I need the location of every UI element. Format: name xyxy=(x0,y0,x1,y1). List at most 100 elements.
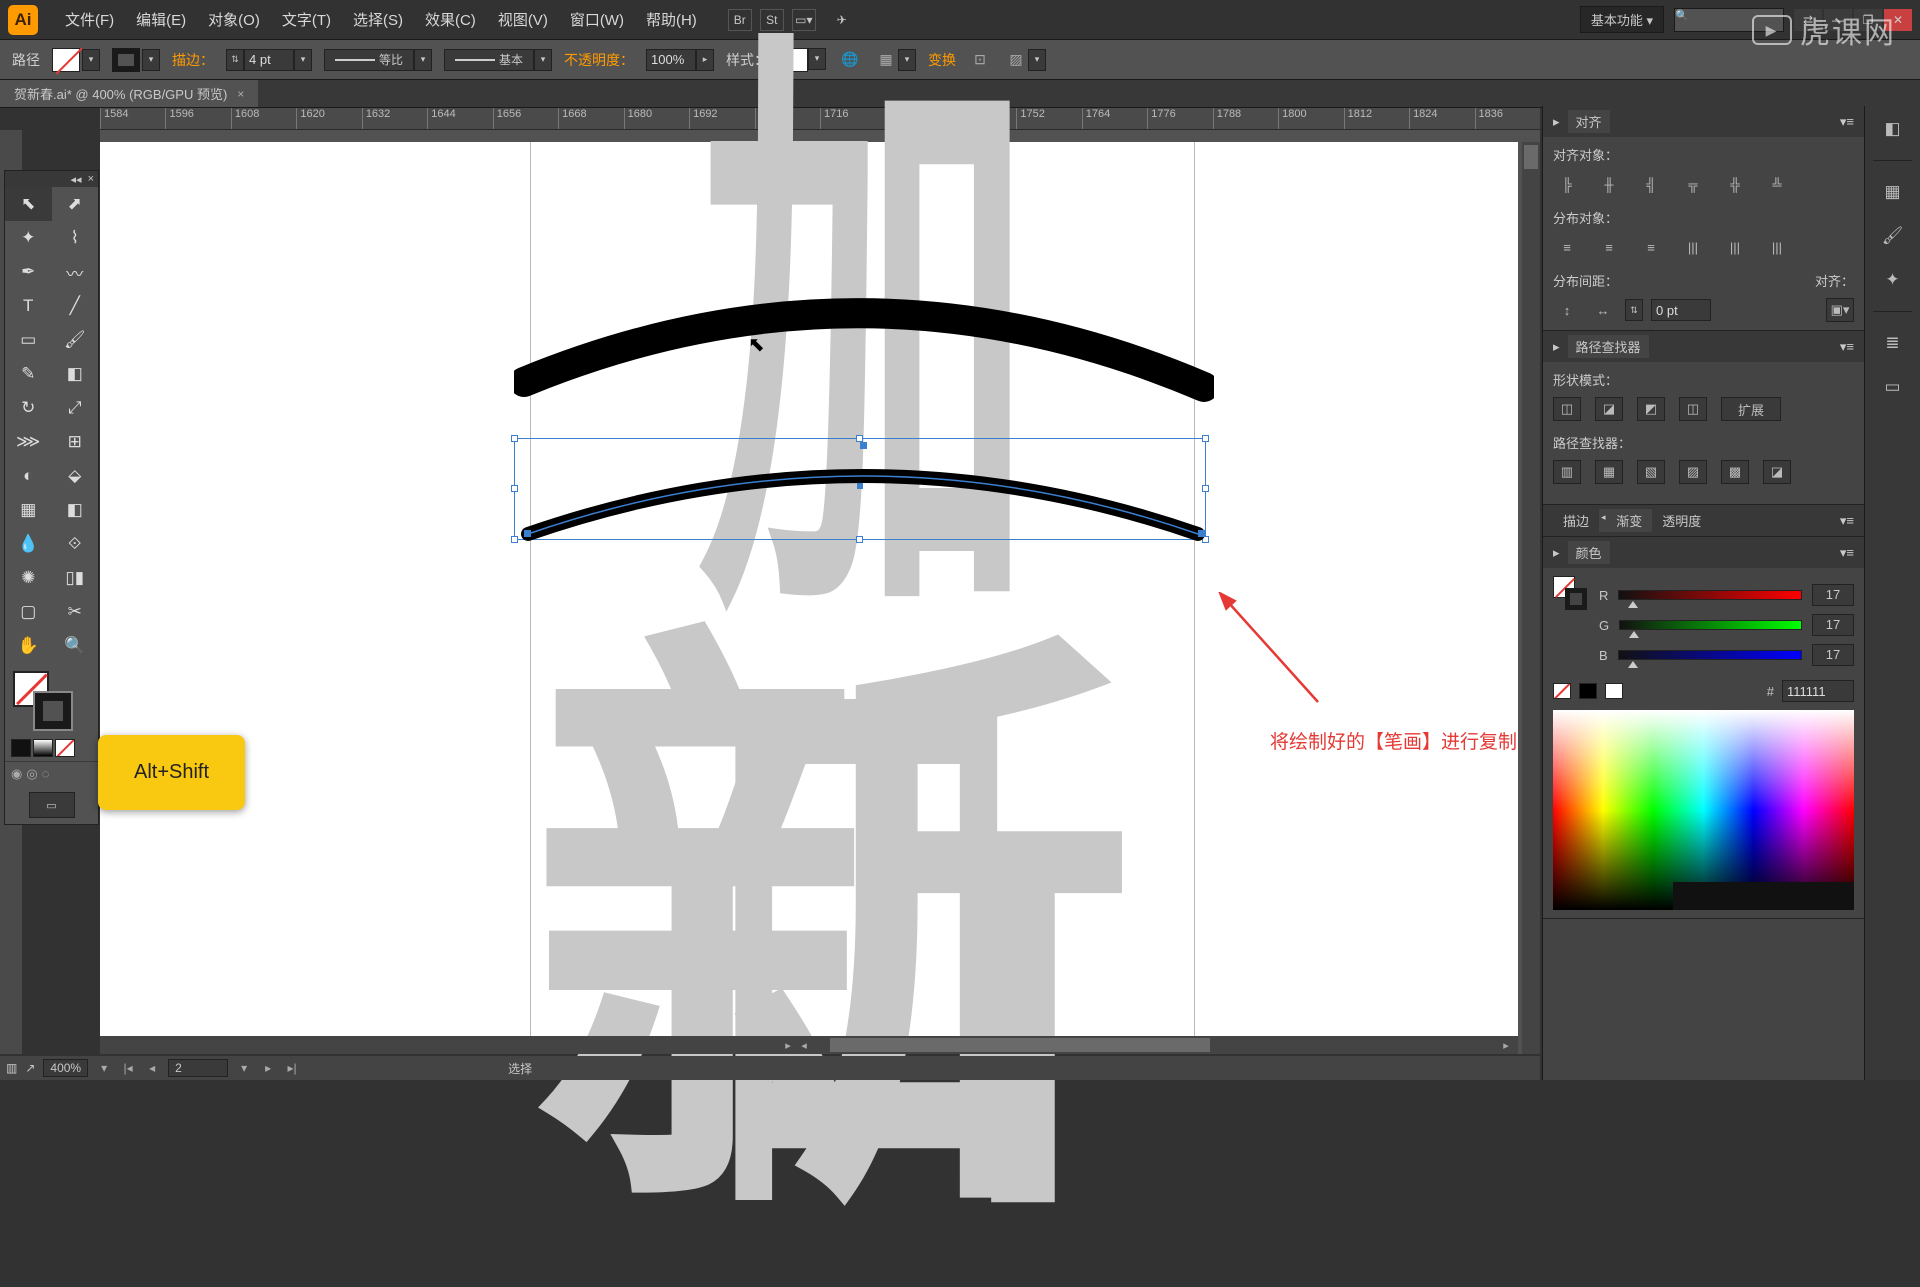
brush-stroke-top[interactable] xyxy=(514,272,1214,402)
anchor-point[interactable] xyxy=(1198,530,1205,537)
spacing-stepper[interactable]: ⇅ xyxy=(1625,299,1643,321)
brush-stroke-selected[interactable] xyxy=(518,436,1208,546)
opacity-label[interactable]: 不透明度： xyxy=(564,50,634,70)
color-mode-button[interactable] xyxy=(11,739,31,757)
zoom-field[interactable]: 400% xyxy=(43,1059,88,1077)
chevron-icon[interactable]: ▸ xyxy=(1553,339,1560,355)
stroke-dropdown[interactable]: ▾ xyxy=(142,49,160,71)
rotate-tool[interactable]: ↻ xyxy=(5,391,52,425)
direct-selection-tool[interactable]: ⬈ xyxy=(52,187,99,221)
opacity-field[interactable] xyxy=(646,49,696,71)
minus-back-icon[interactable]: ◪ xyxy=(1763,460,1791,484)
pencil-tool[interactable]: ✎ xyxy=(5,357,52,391)
none-mode-button[interactable] xyxy=(55,739,75,757)
scale-tool[interactable]: ⤢ xyxy=(52,391,99,425)
hex-field[interactable] xyxy=(1782,680,1854,702)
stroke-tab[interactable]: 描边 xyxy=(1553,509,1599,532)
align-right-icon[interactable]: ╣ xyxy=(1637,172,1665,196)
profile-preview[interactable]: 等比 xyxy=(324,49,414,71)
stroke-weight-field[interactable] xyxy=(244,49,294,71)
blend-tool[interactable]: ⟐ xyxy=(52,527,99,561)
chevron-icon[interactable]: ▸ xyxy=(1553,545,1560,561)
gradient-tab[interactable]: ◂ 渐变 xyxy=(1599,509,1652,532)
dist-vcenter-icon[interactable]: ≡ xyxy=(1595,235,1623,259)
scroll-play-icon[interactable]: ▸ xyxy=(780,1039,796,1052)
stroke-swatch[interactable] xyxy=(112,48,140,72)
merge-icon[interactable]: ▧ xyxy=(1637,460,1665,484)
expand-button[interactable]: 扩展 xyxy=(1721,397,1781,421)
trim-icon[interactable]: ▦ xyxy=(1595,460,1623,484)
workspace-switcher[interactable]: 基本功能 ▾ xyxy=(1580,6,1664,33)
first-artboard-button[interactable]: |◂ xyxy=(120,1061,136,1075)
unite-icon[interactable]: ◫ xyxy=(1553,397,1581,421)
transparency-tab[interactable]: 透明度 xyxy=(1652,509,1711,532)
paintbrush-tool[interactable]: 🖌 xyxy=(52,323,99,357)
menu-select[interactable]: 选择(S) xyxy=(342,9,414,30)
symbols-icon[interactable]: ✦ xyxy=(1878,267,1908,293)
intersect-icon[interactable]: ◩ xyxy=(1637,397,1665,421)
divide-icon[interactable]: ▥ xyxy=(1553,460,1581,484)
menu-object[interactable]: 对象(O) xyxy=(197,9,271,30)
menu-edit[interactable]: 编辑(E) xyxy=(125,9,197,30)
menu-view[interactable]: 视图(V) xyxy=(487,9,559,30)
artboard-dropdown[interactable]: ▾ xyxy=(236,1061,252,1075)
panel-menu-icon[interactable]: ▾≡ xyxy=(1840,513,1854,529)
hand-tool[interactable]: ✋ xyxy=(5,629,52,663)
lasso-tool[interactable]: ⌇ xyxy=(52,221,99,255)
outline-icon[interactable]: ▩ xyxy=(1721,460,1749,484)
stroke-label[interactable]: 描边： xyxy=(172,50,214,70)
mesh-tool[interactable]: ▦ xyxy=(5,493,52,527)
panel-menu-icon[interactable]: ▾≡ xyxy=(1840,339,1854,355)
stroke-indicator[interactable] xyxy=(35,693,71,729)
gradient-mode-button[interactable] xyxy=(33,739,53,757)
zoom-dropdown[interactable]: ▾ xyxy=(96,1061,112,1075)
color-guide-icon[interactable]: ◧ xyxy=(1878,116,1908,142)
swatches-icon[interactable]: ▦ xyxy=(1878,179,1908,205)
status-menu-icon[interactable]: ▥ xyxy=(6,1061,17,1075)
align-vcenter-icon[interactable]: ╬ xyxy=(1721,172,1749,196)
chevron-icon[interactable]: ▸ xyxy=(1553,114,1560,130)
artboard-tool[interactable]: ▢ xyxy=(5,595,52,629)
symbol-sprayer-tool[interactable]: ✺ xyxy=(5,561,52,595)
brush-preview[interactable]: 基本 xyxy=(444,49,534,71)
dist-left-icon[interactable]: ||| xyxy=(1679,235,1707,259)
last-artboard-button[interactable]: ▸| xyxy=(284,1061,300,1075)
r-value[interactable]: 17 xyxy=(1812,584,1854,606)
brushes-icon[interactable]: 🖌 xyxy=(1878,223,1908,249)
vertical-scrollbar[interactable] xyxy=(1522,142,1540,1054)
align-to-button[interactable]: ▣▾ xyxy=(1826,298,1854,322)
document-tab[interactable]: 贺新春.ai* @ 400% (RGB/GPU 预览) × xyxy=(0,80,258,107)
zoom-tool[interactable]: 🔍 xyxy=(52,629,99,663)
menu-file[interactable]: 文件(F) xyxy=(54,9,125,30)
stroke-weight-stepper[interactable]: ⇅ xyxy=(226,49,244,71)
anchor-point[interactable] xyxy=(860,442,867,449)
curvature-tool[interactable]: 〰 xyxy=(52,255,99,289)
align-bottom-icon[interactable]: ╩ xyxy=(1763,172,1791,196)
magic-wand-tool[interactable]: ✦ xyxy=(5,221,52,255)
screen-mode-button[interactable]: ▭ xyxy=(29,792,75,818)
window-close-button[interactable]: ✕ xyxy=(1884,9,1912,31)
prev-artboard-button[interactable]: ◂ xyxy=(144,1061,160,1075)
tools-panel-header[interactable]: ◂◂× xyxy=(5,171,98,187)
fill-stroke-indicator[interactable] xyxy=(11,669,92,733)
artboard-number-field[interactable]: 2 xyxy=(168,1059,228,1077)
dist-bottom-icon[interactable]: ≡ xyxy=(1637,235,1665,259)
black-swatch-icon[interactable] xyxy=(1579,683,1597,699)
search-input[interactable]: 🔍 xyxy=(1674,8,1784,32)
align-left-icon[interactable]: ╠ xyxy=(1553,172,1581,196)
stroke-weight-dropdown[interactable]: ▾ xyxy=(294,49,312,71)
align-top-icon[interactable]: ╦ xyxy=(1679,172,1707,196)
horizontal-scrollbar[interactable]: ▸ ◂ ▸ xyxy=(100,1036,1518,1054)
g-value[interactable]: 17 xyxy=(1812,614,1854,636)
draw-inside-icon[interactable]: ◌ xyxy=(42,766,50,782)
eraser-tool[interactable]: ◧ xyxy=(52,357,99,391)
window-restore-button[interactable]: ❐ xyxy=(1854,9,1882,31)
crop-icon[interactable]: ▨ xyxy=(1679,460,1707,484)
artboards-icon[interactable]: ▭ xyxy=(1878,374,1908,400)
none-swatch-icon[interactable] xyxy=(1553,683,1571,699)
type-tool[interactable]: T xyxy=(5,289,52,323)
fill-dropdown[interactable]: ▾ xyxy=(82,49,100,71)
pen-tool[interactable]: ✒ xyxy=(5,255,52,289)
color-fillstroke-icon[interactable] xyxy=(1553,576,1589,612)
align-hcenter-icon[interactable]: ╫ xyxy=(1595,172,1623,196)
